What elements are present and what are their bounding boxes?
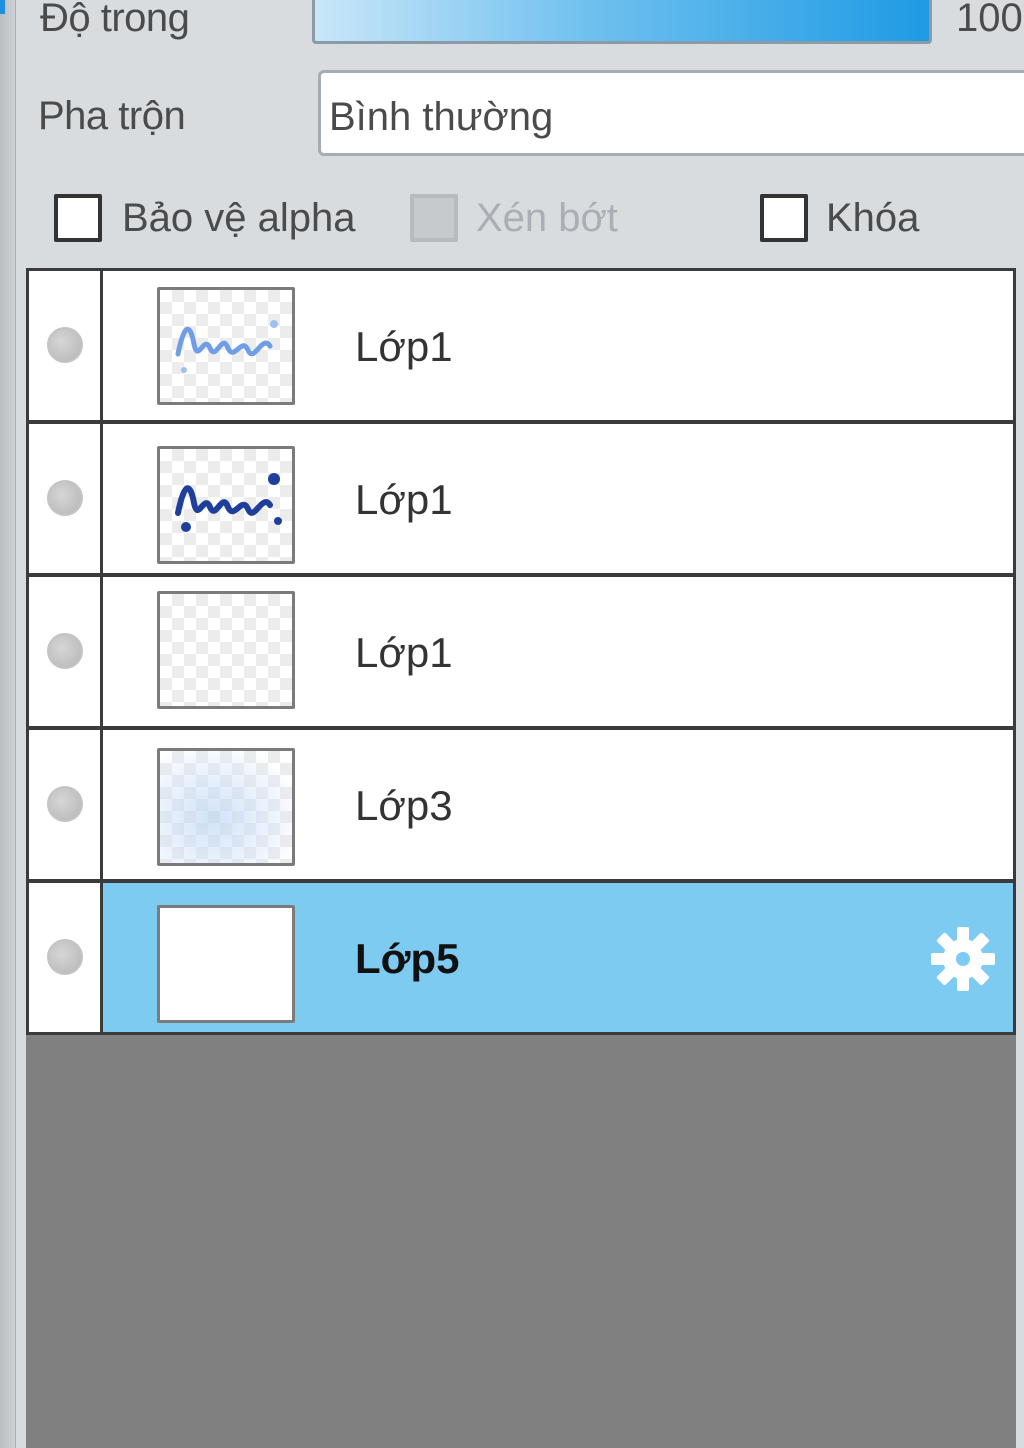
layer-row[interactable]: Lớp1: [26, 268, 1016, 423]
left-accent-bar: [0, 0, 5, 14]
visibility-dot-icon[interactable]: [47, 786, 83, 822]
visibility-cell[interactable]: [29, 883, 103, 1032]
visibility-dot-icon[interactable]: [47, 480, 83, 516]
visibility-dot-icon[interactable]: [47, 939, 83, 975]
opacity-label: Độ trong: [40, 0, 190, 40]
layer-row[interactable]: Lớp1: [26, 421, 1016, 576]
layer-row-selected[interactable]: Lớp5: [26, 880, 1016, 1035]
gear-icon[interactable]: [927, 923, 999, 995]
left-edge-strip: [0, 0, 16, 1448]
thumbnail-lettering-art: [175, 320, 278, 373]
layer-thumbnail: [157, 748, 295, 866]
visibility-dot-icon[interactable]: [47, 327, 83, 363]
lock-label: Khóa: [826, 196, 920, 240]
layer-name: Lớp1: [355, 323, 453, 370]
blend-mode-select[interactable]: Bình thường: [318, 70, 1024, 156]
layer-thumbnail: [157, 446, 295, 564]
layer-list[interactable]: Lớp1 Lớp1 Lớp1 Lớp3 Lớp5: [26, 268, 1016, 1448]
opacity-value: 100: [956, 0, 1023, 40]
layer-name: Lớp1: [355, 476, 453, 523]
visibility-dot-icon[interactable]: [47, 633, 83, 669]
layer-name: Lớp5: [355, 935, 460, 982]
opacity-slider[interactable]: [312, 0, 932, 44]
protect-alpha-checkbox[interactable]: [54, 194, 102, 242]
layer-thumbnail: [157, 287, 295, 405]
layer-row[interactable]: Lớp3: [26, 727, 1016, 882]
visibility-cell[interactable]: [29, 271, 103, 420]
layer-name: Lớp1: [355, 629, 453, 676]
lock-checkbox[interactable]: [760, 194, 808, 242]
layer-name: Lớp3: [355, 782, 453, 829]
clipping-label: Xén bớt: [476, 196, 618, 240]
blend-mode-value: Bình thường: [329, 95, 554, 139]
layer-row[interactable]: Lớp1: [26, 574, 1016, 729]
blend-mode-label: Pha trộn: [38, 94, 186, 138]
layer-thumbnail: [157, 591, 295, 709]
visibility-cell[interactable]: [29, 730, 103, 879]
thumbnail-lettering-art: [175, 473, 282, 532]
visibility-cell[interactable]: [29, 424, 103, 573]
protect-alpha-label: Bảo vệ alpha: [122, 196, 356, 240]
clipping-checkbox[interactable]: [410, 194, 458, 242]
layer-thumbnail: [157, 905, 295, 1023]
visibility-cell[interactable]: [29, 577, 103, 726]
